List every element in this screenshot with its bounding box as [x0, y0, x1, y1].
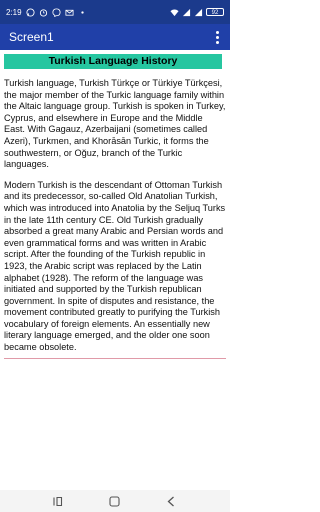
divider [4, 357, 226, 359]
app-bar: Screen1 [0, 24, 230, 50]
signal-icon-2 [194, 8, 203, 16]
back-icon[interactable] [166, 496, 177, 507]
status-time: 2:19 [6, 7, 22, 17]
status-bar: 2:19 92 [0, 0, 230, 24]
system-nav-bar [0, 490, 230, 512]
whatsapp-icon [26, 7, 35, 17]
dot-icon [80, 10, 84, 14]
signal-icon [182, 8, 191, 16]
status-left: 2:19 [6, 8, 87, 17]
status-right: 92 [170, 8, 224, 17]
mail-icon [65, 9, 74, 16]
wifi-icon [170, 8, 179, 16]
recents-icon[interactable] [53, 496, 64, 507]
paragraph-history: Modern Turkish is the descendant of Otto… [4, 179, 226, 353]
overflow-menu-icon[interactable] [212, 29, 222, 45]
app-title: Screen1 [9, 30, 54, 44]
messenger-icon [52, 7, 61, 17]
home-icon[interactable] [109, 495, 121, 507]
paragraph-intro: Turkish language, Turkish Türkçe or Türk… [4, 78, 226, 170]
content-area: Turkish Language History Turkish languag… [0, 50, 230, 359]
battery-indicator: 92 [206, 8, 224, 16]
alarm-icon [39, 8, 47, 17]
page-heading: Turkish Language History [4, 54, 222, 69]
